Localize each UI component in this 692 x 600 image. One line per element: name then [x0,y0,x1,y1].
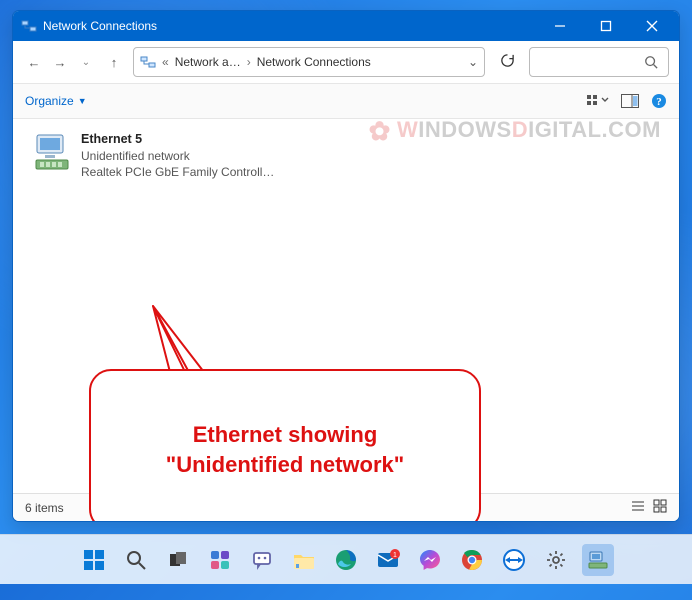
adapter-device: Realtek PCIe GbE Family Controll… [81,164,281,180]
watermark: ✿ WINDOWSDIGITAL.COM [369,117,661,147]
messenger-button[interactable] [414,544,446,576]
file-explorer-button[interactable] [288,544,320,576]
details-view-button[interactable] [631,499,645,516]
preview-pane-button[interactable] [621,94,639,108]
teamviewer-button[interactable] [498,544,530,576]
organize-menu[interactable]: Organize ▼ [25,94,87,108]
view-options-button[interactable] [587,93,609,109]
adapter-name: Ethernet 5 [81,132,142,146]
edge-button[interactable] [330,544,362,576]
chrome-button[interactable] [456,544,488,576]
up-button[interactable]: ↑ [103,55,125,70]
network-connections-taskbar-button[interactable] [582,544,614,576]
adapter-status: Unidentified network [81,148,281,164]
chat-button[interactable] [246,544,278,576]
svg-text:1: 1 [393,552,397,559]
widgets-button[interactable] [204,544,236,576]
network-connections-window: Network Connections ← → ⌄ ↑ « Network a…… [12,10,680,522]
breadcrumb-segment[interactable]: Network Connections [257,55,371,69]
titlebar[interactable]: Network Connections [13,11,679,41]
location-icon [140,54,156,70]
taskbar[interactable]: 1 [0,534,692,584]
window-title: Network Connections [43,19,157,33]
network-adapter-item[interactable]: Ethernet 5 Unidentified network Realtek … [27,127,287,184]
navigation-bar: ← → ⌄ ↑ « Network a… › Network Connectio… [13,41,679,83]
chevron-down-icon: ▼ [78,96,87,106]
search-icon [644,55,658,69]
item-count: 6 items [25,501,64,515]
icons-view-button[interactable] [653,499,667,516]
task-view-button[interactable] [162,544,194,576]
maximize-button[interactable] [583,11,629,41]
address-bar[interactable]: « Network a… › Network Connections ⌄ [133,47,485,77]
history-dropdown[interactable]: ⌄ [75,57,97,68]
back-button[interactable]: ← [23,55,45,70]
forward-button[interactable]: → [49,55,71,70]
window-icon [21,18,37,34]
taskbar-search[interactable] [120,544,152,576]
breadcrumb-segment[interactable]: Network a… [175,55,241,69]
command-bar: Organize ▼ ? [13,83,679,119]
close-button[interactable] [629,11,675,41]
annotation-callout: Ethernet showing "Unidentified network" [89,369,481,522]
ethernet-icon [31,131,73,173]
chevron-right-icon: › [247,55,251,69]
search-box[interactable] [529,47,669,77]
content-area[interactable]: ✿ WINDOWSDIGITAL.COM Ethernet 5 Unidenti [13,119,679,493]
mail-button[interactable]: 1 [372,544,404,576]
settings-button[interactable] [540,544,572,576]
help-button[interactable]: ? [651,93,667,109]
start-button[interactable] [78,544,110,576]
refresh-button[interactable] [493,53,521,71]
address-dropdown[interactable]: ⌄ [468,55,478,69]
svg-text:?: ? [656,96,662,108]
minimize-button[interactable] [537,11,583,41]
